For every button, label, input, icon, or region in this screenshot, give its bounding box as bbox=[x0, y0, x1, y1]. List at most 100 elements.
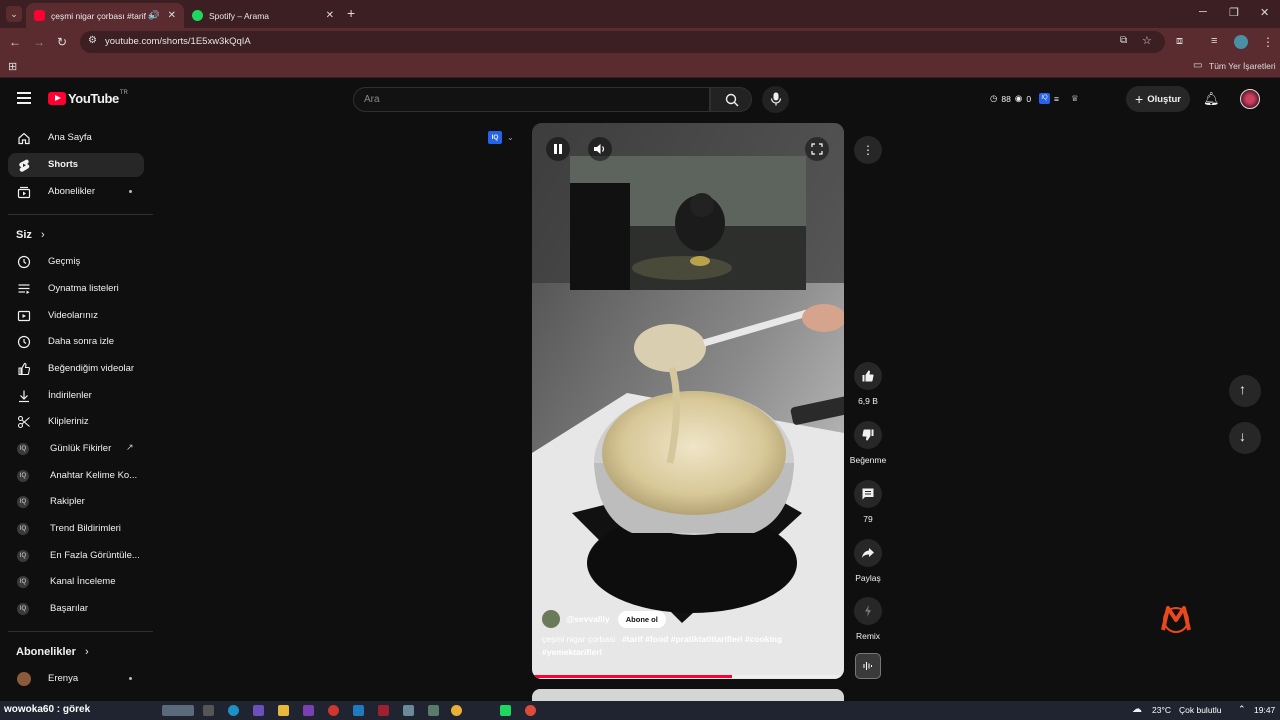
extension-stats[interactable]: ◷ 88 ◉ 0 IQ ≡ ♕ bbox=[990, 93, 1079, 104]
subscriptions-section-heading[interactable]: Abonelikler › bbox=[16, 646, 89, 658]
share-button[interactable] bbox=[854, 539, 882, 567]
vidiq-short-toggle[interactable]: IQ ⌄ bbox=[488, 131, 514, 144]
search-icon bbox=[725, 93, 739, 107]
minimize-icon[interactable]: ─ bbox=[1199, 6, 1207, 18]
app-icon[interactable] bbox=[253, 705, 264, 716]
sidebar-item-achievements[interactable]: IQ Başarılar bbox=[8, 597, 144, 621]
hashtags-line2[interactable]: #yemektarifleri bbox=[542, 647, 602, 657]
search-button[interactable] bbox=[710, 87, 752, 112]
sidebar-item-home[interactable]: Ana Sayfa bbox=[8, 126, 144, 150]
app-icon[interactable] bbox=[378, 705, 389, 716]
reload-icon[interactable]: ↻ bbox=[57, 35, 67, 49]
tab-close-icon[interactable]: ✕ bbox=[326, 10, 334, 21]
list-icon[interactable]: ≡ bbox=[1054, 94, 1059, 104]
sidebar-item-trend-alerts[interactable]: IQ Trend Bildirimleri bbox=[8, 517, 144, 541]
remix-button[interactable] bbox=[854, 597, 882, 625]
app-icon[interactable] bbox=[328, 705, 339, 716]
hamburger-menu-icon[interactable] bbox=[17, 92, 31, 104]
next-short-button[interactable]: ↓ bbox=[1229, 422, 1261, 454]
sidebar-item-most-viewed[interactable]: IQ En Fazla Görüntüle... bbox=[8, 544, 144, 568]
task-view-icon[interactable] bbox=[203, 705, 214, 716]
browser-menu-icon[interactable]: ⋮ bbox=[1262, 35, 1274, 49]
account-avatar[interactable] bbox=[1240, 89, 1260, 109]
tab-spotify[interactable]: Spotify – Arama ✕ bbox=[184, 3, 342, 28]
weather-temperature[interactable]: 23°C bbox=[1152, 705, 1171, 715]
comments-button[interactable] bbox=[854, 480, 882, 508]
sidebar-item-playlists[interactable]: Oynatma listeleri bbox=[8, 277, 144, 301]
channel-avatar[interactable] bbox=[542, 610, 560, 628]
search-input[interactable]: Ara bbox=[353, 87, 710, 112]
tab-audio-icon[interactable]: 🔊 bbox=[149, 10, 160, 21]
watch-later-icon bbox=[17, 335, 31, 349]
apps-grid-icon[interactable]: ⊞ bbox=[8, 60, 17, 73]
tab-youtube-short[interactable]: çeşmi nigar çorbası #tarif # 🔊 ✕ bbox=[26, 3, 184, 28]
sidebar-item-clips[interactable]: Klipleriniz bbox=[8, 410, 144, 434]
new-tab-icon[interactable]: + bbox=[347, 5, 355, 21]
sidebar-item-subscriptions[interactable]: Abonelikler bbox=[8, 180, 144, 204]
address-bar[interactable]: ⚙ youtube.com/shorts/1E5xw3kQqIA ⧉ ☆ bbox=[80, 31, 1165, 53]
previous-short-button[interactable]: ↑ bbox=[1229, 375, 1261, 407]
dislike-button[interactable] bbox=[854, 421, 882, 449]
bookmark-star-icon[interactable]: ☆ bbox=[1142, 34, 1152, 47]
like-button[interactable] bbox=[854, 362, 882, 390]
dislike-icon bbox=[862, 429, 874, 441]
sidebar-item-label: Başarılar bbox=[50, 603, 89, 614]
restore-icon[interactable]: ❐ bbox=[1229, 6, 1239, 19]
subscribe-button[interactable]: Abone ol bbox=[617, 610, 666, 628]
site-info-icon[interactable]: ⚙ bbox=[88, 35, 97, 46]
tab-close-icon[interactable]: ✕ bbox=[168, 10, 176, 21]
weather-description[interactable]: Çok bulutlu bbox=[1179, 705, 1222, 715]
channel-handle[interactable]: @sevvallly bbox=[566, 614, 610, 624]
media-control-icon[interactable]: ≡ bbox=[1211, 35, 1217, 47]
spotify-icon[interactable] bbox=[500, 705, 511, 716]
you-section-heading[interactable]: Siz › bbox=[16, 229, 45, 241]
chevron-right-icon: › bbox=[40, 229, 45, 241]
video-progress-bar[interactable] bbox=[532, 675, 844, 678]
sidebar-item-channel[interactable]: Erenya bbox=[8, 667, 144, 691]
app-icon[interactable] bbox=[353, 705, 364, 716]
volume-button[interactable] bbox=[588, 137, 612, 161]
forward-icon[interactable]: → bbox=[33, 35, 45, 49]
chrome-icon[interactable] bbox=[451, 705, 462, 716]
youtube-logo[interactable]: YouTube TR bbox=[48, 90, 128, 106]
extensions-icon[interactable]: ⧈ bbox=[1176, 35, 1183, 48]
sound-button[interactable] bbox=[855, 653, 881, 679]
next-short-preview[interactable] bbox=[532, 689, 844, 701]
notifications-bell-icon[interactable]: 🔔︎ bbox=[1203, 91, 1220, 107]
chrome-active-icon[interactable] bbox=[525, 705, 536, 716]
close-window-icon[interactable]: ✕ bbox=[1260, 6, 1269, 19]
vidiq-icon[interactable]: IQ bbox=[1039, 93, 1051, 104]
profile-avatar-icon[interactable] bbox=[1234, 35, 1248, 49]
more-options-button[interactable]: ⋮ bbox=[854, 136, 882, 164]
back-icon[interactable]: ← bbox=[9, 35, 21, 49]
sidebar-item-channel-audit[interactable]: IQ Kanal İnceleme bbox=[8, 570, 144, 594]
sidebar-item-keyword-tool[interactable]: IQ Anahtar Kelime Ko... bbox=[8, 464, 144, 488]
hashtags-line1[interactable]: #tarif #food #pratiktatlitarifleri #cook… bbox=[622, 634, 782, 644]
sidebar-item-history[interactable]: Geçmiş bbox=[8, 250, 144, 274]
sidebar-item-competitors[interactable]: IQ Rakipler bbox=[8, 490, 144, 514]
app-icon[interactable] bbox=[403, 705, 414, 716]
sidebar-item-daily-ideas[interactable]: IQ Günlük Fikirler ↗ bbox=[8, 437, 144, 461]
app-icon[interactable] bbox=[303, 705, 314, 716]
sidebar-item-liked-videos[interactable]: Beğendiğim videolar bbox=[8, 357, 144, 381]
file-explorer-icon[interactable] bbox=[278, 705, 289, 716]
pause-button[interactable] bbox=[546, 137, 570, 161]
taskbar-thumbnail[interactable] bbox=[162, 705, 194, 716]
clock-time[interactable]: 19:47 bbox=[1254, 705, 1275, 715]
trophy-icon[interactable]: ♕ bbox=[1071, 93, 1079, 104]
short-video-player[interactable]: @sevvallly Abone ol çeşmi nigar çorbası … bbox=[532, 123, 844, 679]
sidebar-item-your-videos[interactable]: Videolarınız bbox=[8, 304, 144, 328]
sidebar-item-downloads[interactable]: İndirilenler bbox=[8, 384, 144, 408]
edge-icon[interactable] bbox=[228, 705, 239, 716]
install-app-icon[interactable]: ⧉ bbox=[1120, 35, 1127, 46]
sidebar-item-watch-later[interactable]: Daha sonra izle bbox=[8, 330, 144, 354]
all-bookmarks-link[interactable]: Tüm Yer İşaretleri bbox=[1209, 61, 1276, 71]
voice-search-button[interactable] bbox=[762, 86, 789, 113]
sidebar-item-shorts[interactable]: Shorts bbox=[8, 153, 144, 177]
tab-search-icon[interactable]: ⌄ bbox=[6, 6, 22, 22]
tray-expand-icon[interactable]: ⌃ bbox=[1238, 704, 1246, 715]
sidebar-divider bbox=[8, 214, 153, 215]
create-button[interactable]: + Oluştur bbox=[1126, 86, 1190, 112]
fullscreen-button[interactable] bbox=[805, 137, 829, 161]
app-icon[interactable] bbox=[428, 705, 439, 716]
